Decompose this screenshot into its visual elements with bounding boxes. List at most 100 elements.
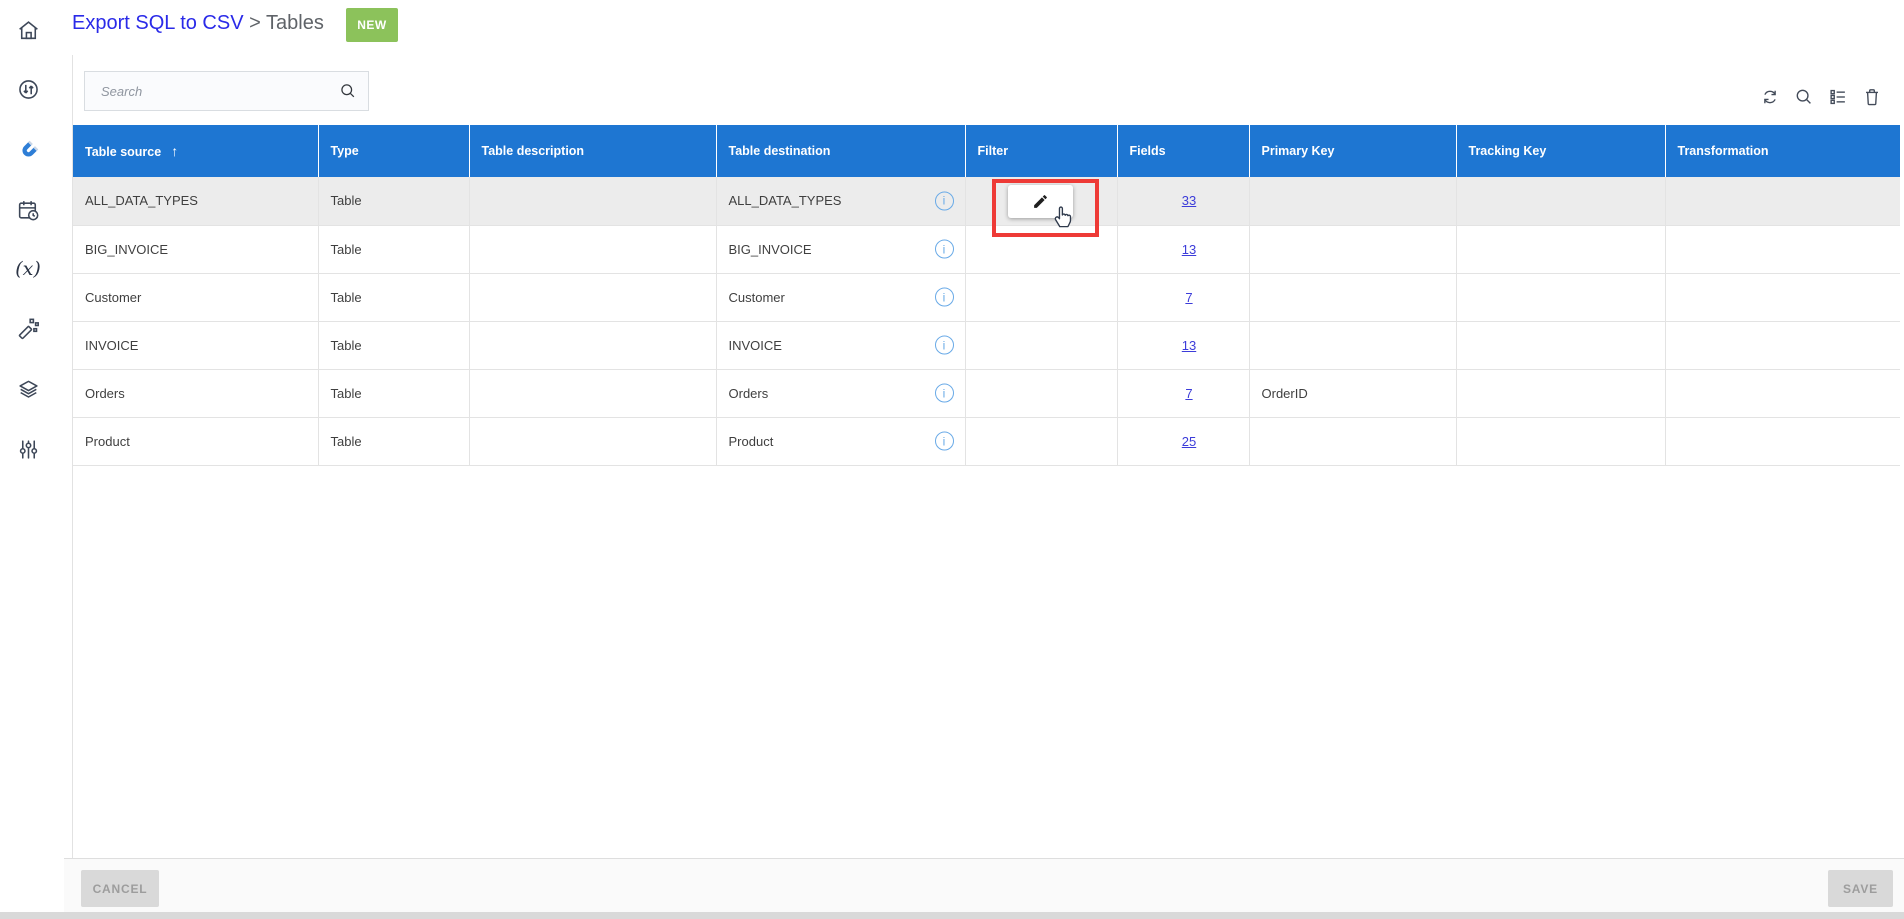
table-row[interactable]: BIG_INVOICE Table BIG_INVOICEi 13 — [73, 225, 1900, 273]
column-header-primary-key[interactable]: Primary Key — [1249, 125, 1456, 177]
cell-tracking-key — [1456, 177, 1665, 225]
cell-filter[interactable] — [965, 321, 1117, 369]
fields-count-link[interactable]: 7 — [1185, 290, 1192, 305]
cell-primary-key: OrderID — [1249, 369, 1456, 417]
cell-transformation — [1665, 225, 1900, 273]
fields-count-link[interactable]: 33 — [1182, 193, 1196, 208]
cell-destination: INVOICEi — [716, 321, 965, 369]
sidebar-item-wizard[interactable] — [14, 314, 42, 342]
app-root: (x) Export SQL to CSV > Tables NEW — [0, 0, 1904, 919]
breadcrumb-link[interactable]: Export SQL to CSV — [72, 12, 244, 34]
sidebar-item-connections-active[interactable] — [14, 136, 42, 164]
cell-destination: BIG_INVOICEi — [716, 225, 965, 273]
cell-transformation — [1665, 417, 1900, 465]
table-row[interactable]: ALL_DATA_TYPES Table ALL_DATA_TYPESi 33 — [73, 177, 1900, 225]
fields-count-link[interactable]: 7 — [1185, 386, 1192, 401]
info-icon[interactable]: i — [935, 432, 954, 451]
cell-tracking-key — [1456, 273, 1665, 321]
cell-filter[interactable] — [965, 225, 1117, 273]
column-header-table-source[interactable]: Table source↑ — [73, 125, 318, 177]
cell-tracking-key — [1456, 369, 1665, 417]
info-icon[interactable]: i — [935, 384, 954, 403]
cell-table-source: ALL_DATA_TYPES — [73, 177, 318, 225]
info-icon[interactable]: i — [935, 191, 954, 210]
sidebar-item-transfer[interactable] — [14, 75, 42, 103]
column-header-table-description[interactable]: Table description — [469, 125, 716, 177]
cell-primary-key — [1249, 225, 1456, 273]
cell-table-source: Orders — [73, 369, 318, 417]
home-icon — [16, 18, 41, 43]
sidebar-item-functions[interactable]: (x) — [14, 255, 42, 283]
sidebar-item-settings[interactable] — [14, 435, 42, 463]
cell-destination: Ordersi — [716, 369, 965, 417]
search-toggle-button[interactable] — [1793, 86, 1815, 108]
cell-table-source: BIG_INVOICE — [73, 225, 318, 273]
page-title: Tables — [266, 12, 324, 34]
cell-transformation — [1665, 273, 1900, 321]
table-header-row: Table source↑ Type Table description Tab… — [73, 125, 1900, 177]
cell-filter[interactable] — [965, 417, 1117, 465]
column-header-fields[interactable]: Fields — [1117, 125, 1249, 177]
trash-icon — [1861, 86, 1883, 108]
table-row[interactable]: Product Table Producti 25 — [73, 417, 1900, 465]
tune-sliders-icon — [16, 437, 41, 462]
fields-count-link[interactable]: 13 — [1182, 338, 1196, 353]
sort-ascending-icon: ↑ — [171, 143, 178, 159]
column-header-filter[interactable]: Filter — [965, 125, 1117, 177]
cell-table-source: INVOICE — [73, 321, 318, 369]
cell-description — [469, 273, 716, 321]
search-box — [84, 71, 369, 111]
sidebar-item-home[interactable] — [14, 16, 42, 44]
cell-filter[interactable] — [965, 273, 1117, 321]
cell-primary-key — [1249, 177, 1456, 225]
table-row[interactable]: Orders Table Ordersi 7 OrderID — [73, 369, 1900, 417]
cell-destination: Customeri — [716, 273, 965, 321]
cell-destination: ALL_DATA_TYPESi — [716, 177, 965, 225]
edit-filter-button[interactable] — [1008, 185, 1073, 218]
search-icon — [1793, 86, 1815, 108]
column-header-transformation[interactable]: Transformation — [1665, 125, 1900, 177]
refresh-button[interactable] — [1759, 86, 1781, 108]
info-icon[interactable]: i — [935, 288, 954, 307]
cell-transformation — [1665, 177, 1900, 225]
cell-transformation — [1665, 369, 1900, 417]
sync-arrows-icon — [16, 77, 41, 102]
cancel-button[interactable]: CANCEL — [81, 870, 159, 907]
refresh-icon — [1759, 86, 1781, 108]
column-list-button[interactable] — [1827, 86, 1849, 108]
cell-type: Table — [318, 225, 469, 273]
magnet-icon — [16, 138, 41, 163]
search-icon — [338, 81, 358, 101]
sidebar-item-layers[interactable] — [14, 375, 42, 403]
cell-type: Table — [318, 417, 469, 465]
cell-description — [469, 225, 716, 273]
cell-fields: 33 — [1117, 177, 1249, 225]
info-icon[interactable]: i — [935, 240, 954, 259]
fields-count-link[interactable]: 13 — [1182, 242, 1196, 257]
cell-table-source: Product — [73, 417, 318, 465]
content-card: Table source↑ Type Table description Tab… — [72, 55, 1899, 858]
cell-primary-key — [1249, 273, 1456, 321]
table-toolbar — [1759, 86, 1883, 108]
delete-button[interactable] — [1861, 86, 1883, 108]
search-input[interactable] — [99, 83, 338, 100]
cell-tracking-key — [1456, 321, 1665, 369]
info-icon[interactable]: i — [935, 336, 954, 355]
calendar-clock-icon — [16, 198, 41, 223]
save-button[interactable]: SAVE — [1828, 870, 1893, 907]
breadcrumb: Export SQL to CSV > Tables — [72, 12, 324, 35]
column-header-table-destination[interactable]: Table destination — [716, 125, 965, 177]
cell-destination: Producti — [716, 417, 965, 465]
cell-fields: 13 — [1117, 321, 1249, 369]
layers-icon — [16, 377, 41, 402]
fields-count-link[interactable]: 25 — [1182, 434, 1196, 449]
column-header-tracking-key[interactable]: Tracking Key — [1456, 125, 1665, 177]
new-button[interactable]: NEW — [346, 8, 398, 42]
table-row[interactable]: INVOICE Table INVOICEi 13 — [73, 321, 1900, 369]
table-row[interactable]: Customer Table Customeri 7 — [73, 273, 1900, 321]
cell-filter[interactable] — [965, 369, 1117, 417]
sidebar: (x) — [0, 0, 64, 919]
column-header-type[interactable]: Type — [318, 125, 469, 177]
cell-fields: 7 — [1117, 369, 1249, 417]
sidebar-item-schedule[interactable] — [14, 196, 42, 224]
